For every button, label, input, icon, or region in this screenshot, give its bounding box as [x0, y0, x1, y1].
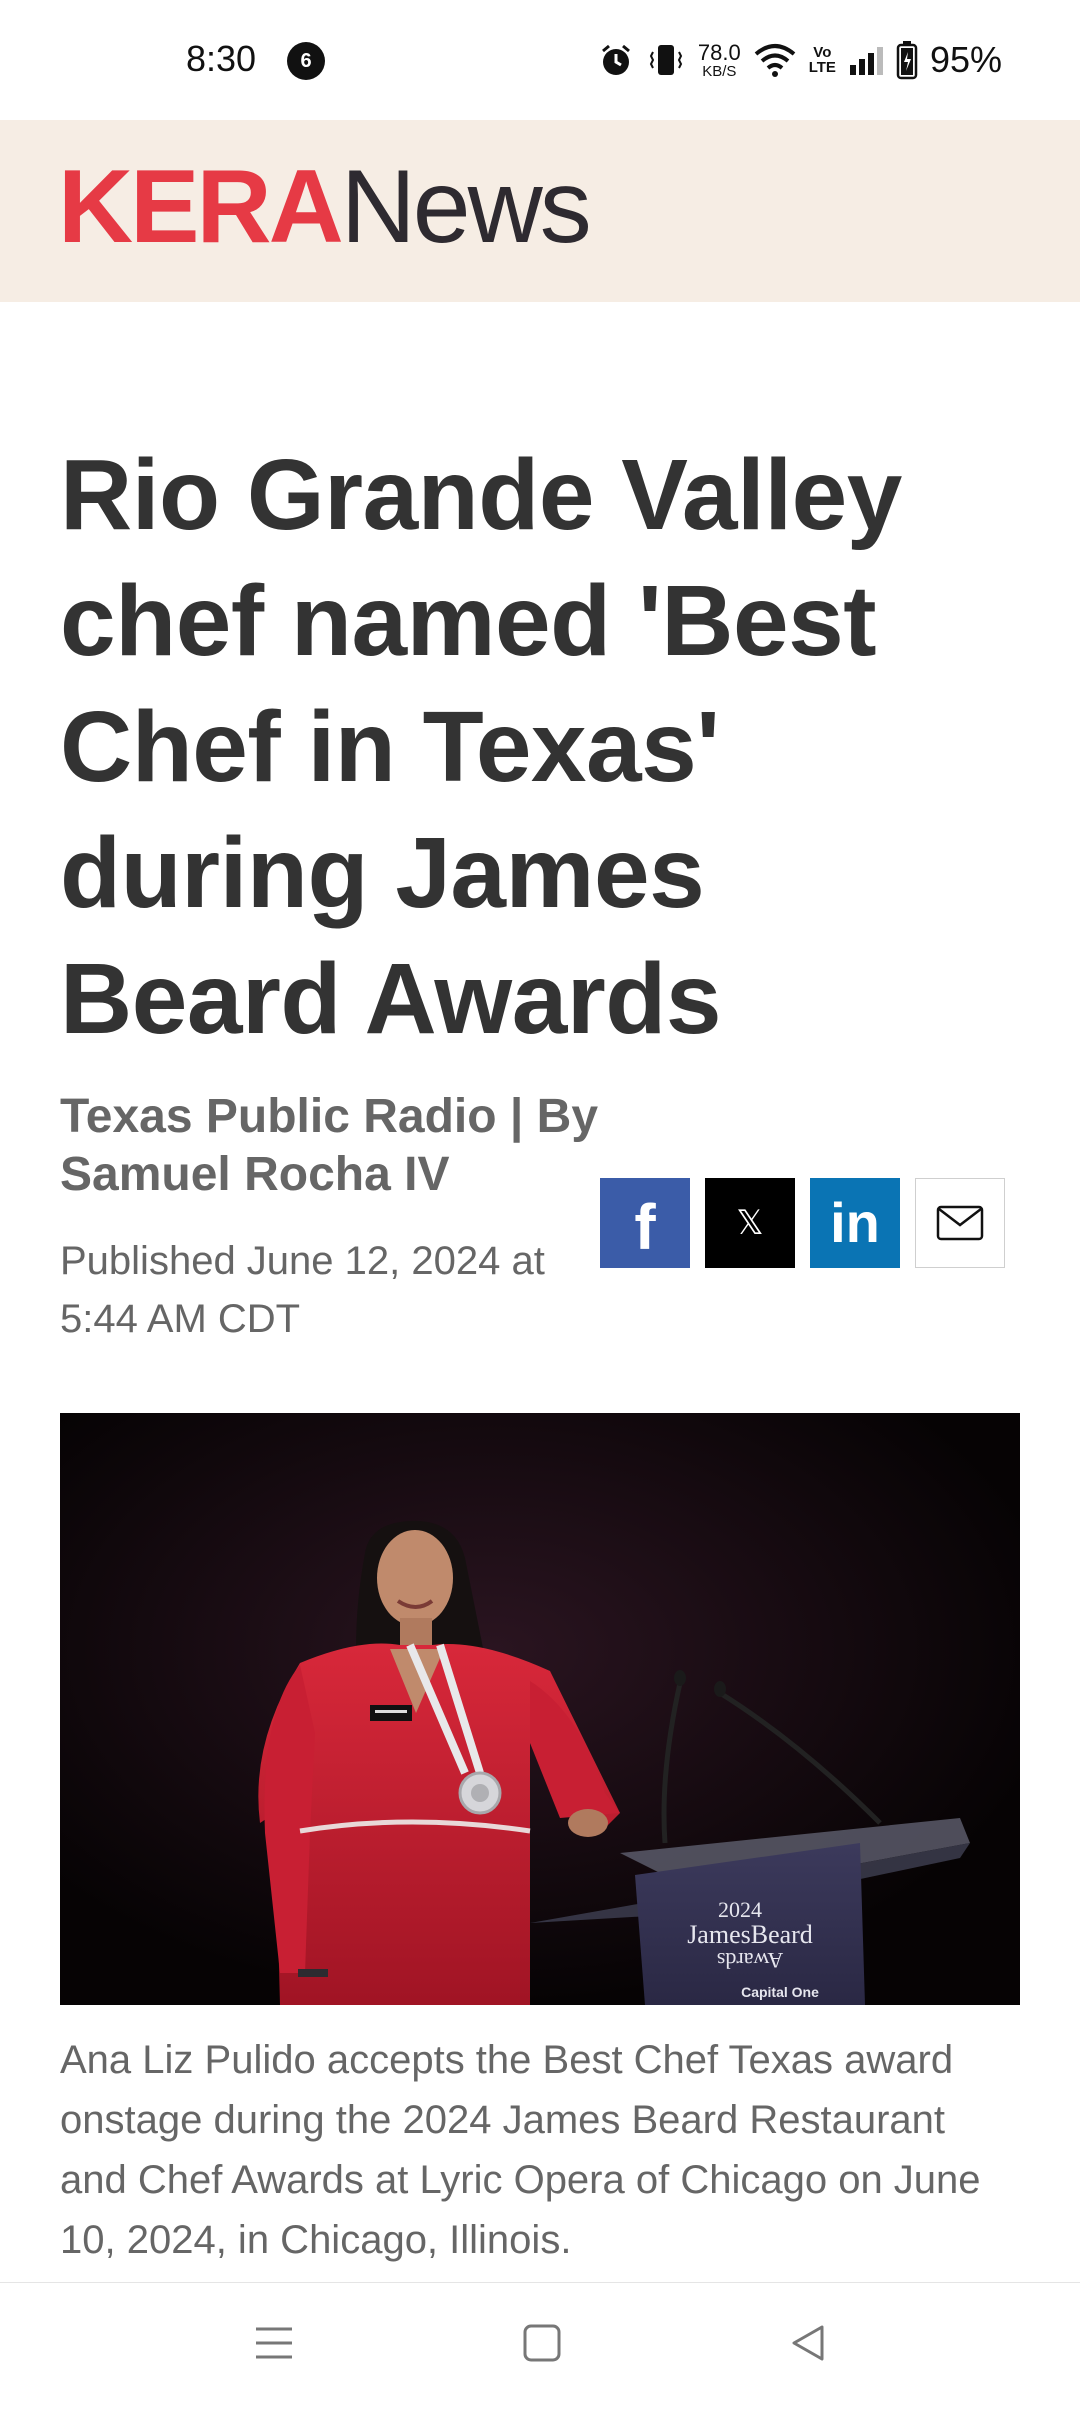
- status-bar: 8:30 6 78.0 KB/S Vo LTE 95%: [0, 0, 1080, 120]
- alarm-icon: [601, 44, 630, 75]
- article-photo[interactable]: 2024 JamesBeard Awards Capital One: [60, 1413, 1020, 2005]
- notification-count-badge: 6: [287, 42, 325, 80]
- facebook-share-button[interactable]: f: [600, 1178, 690, 1268]
- vibrate-icon: [649, 45, 683, 75]
- award-photo-illustration: 2024 JamesBeard Awards Capital One: [60, 1413, 1020, 2005]
- site-header: KERANews: [0, 120, 1080, 302]
- network-speed-value: 78.0: [697, 39, 741, 65]
- mail-icon: [936, 1205, 984, 1241]
- podium-name-text: JamesBeard: [687, 1920, 813, 1949]
- wifi-icon: [754, 44, 796, 77]
- battery-icon: [896, 41, 918, 80]
- battery-percent: 95%: [929, 39, 1002, 80]
- podium-year-text: 2024: [718, 1897, 762, 1922]
- signal-icon: [849, 47, 883, 75]
- volte-indicator: Vo LTE: [809, 45, 836, 75]
- facebook-icon: f: [634, 1191, 656, 1263]
- volte-top: Vo: [813, 44, 832, 61]
- back-triangle-icon: [792, 2325, 824, 2361]
- status-icons: 78.0 KB/S Vo LTE 95%: [598, 36, 1002, 84]
- linkedin-share-button[interactable]: in: [810, 1178, 900, 1268]
- network-speed: 78.0 KB/S: [697, 39, 741, 80]
- article-published-date: Published June 12, 2024 at 5:44 AM CDT: [60, 1239, 545, 1341]
- home-nav-button[interactable]: [512, 2313, 572, 2373]
- back-nav-button[interactable]: [778, 2313, 838, 2373]
- x-share-button[interactable]: 𝕏: [705, 1178, 795, 1268]
- article-headline: Rio Grande Valley chef named 'Best Chef …: [60, 439, 902, 1055]
- menu-icon: [256, 2327, 292, 2359]
- volte-bottom: LTE: [808, 59, 836, 76]
- network-speed-unit: KB/S: [702, 62, 737, 80]
- status-time: 8:30: [186, 38, 257, 79]
- kera-news-logo[interactable]: KERANews: [58, 155, 592, 259]
- logo-news-text: News: [340, 149, 592, 265]
- system-nav-bar: [0, 2282, 1080, 2413]
- photo-caption: Ana Liz Pulido accepts the Best Chef Tex…: [60, 2038, 981, 2262]
- article-byline: Texas Public Radio | By Samuel Rocha IV: [60, 1090, 599, 1201]
- podium-sponsor-text: Capital One: [741, 1984, 819, 2000]
- menu-nav-button[interactable]: [244, 2313, 304, 2373]
- podium-awards-text: Awards: [717, 1948, 783, 1973]
- email-share-button[interactable]: [915, 1178, 1005, 1268]
- logo-kera-text: KERA: [58, 149, 344, 265]
- x-icon: 𝕏: [736, 1204, 764, 1242]
- home-square-icon: [523, 2324, 561, 2362]
- linkedin-icon: in: [830, 1191, 880, 1254]
